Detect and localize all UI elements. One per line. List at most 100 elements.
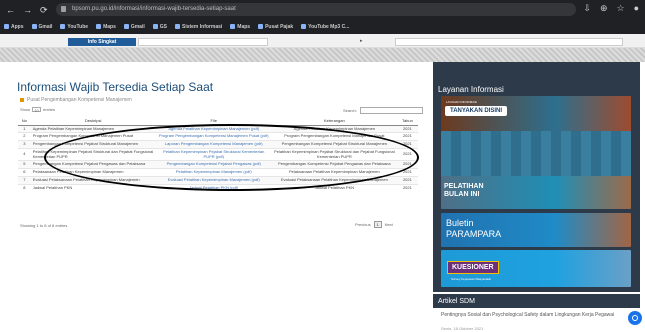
table-row: 1 Agenda Pelatihan Kepemimpinan Manajemen…	[18, 124, 418, 133]
entries-selector: Show 10 entries	[20, 107, 56, 113]
table-cell: 1	[18, 124, 31, 133]
bookmark[interactable]: Maps	[230, 24, 250, 30]
table-cell: Pengembangan Kompetensi Pejabat Struktur…	[30, 140, 156, 149]
banner-tanyakan[interactable]: LAYANAN INFORMASI TANYAKAN DISINI	[441, 96, 631, 132]
table-cell: 2021	[396, 147, 418, 161]
bookmark[interactable]: Gmail	[31, 24, 52, 30]
bookmark[interactable]: Maps	[96, 24, 116, 30]
article-section: Artikel SDM Pentingnya Sosial dan Psycho…	[433, 292, 640, 332]
table-row: 4 Pelatihan Kepemimpinan Pejabat Struktur…	[18, 147, 418, 161]
pagination: Previous 1 Next	[355, 221, 393, 228]
nav-buttons[interactable]: ← → ⟳	[6, 3, 48, 17]
page-button[interactable]: 1	[373, 221, 382, 228]
info-singkat-button[interactable]: Info Singkat	[68, 38, 136, 46]
banner-image[interactable]	[441, 131, 631, 177]
article-link[interactable]: Pentingnya Sosial dan Psychological Safe…	[441, 312, 621, 318]
table-cell: Jadwal Pelatihan PKN	[271, 183, 397, 192]
prev-button[interactable]: Previous	[355, 222, 371, 227]
table-cell: 7	[18, 176, 31, 185]
column-header[interactable]: No	[18, 117, 31, 126]
table-cell: 2021	[396, 168, 418, 177]
info-dropdown[interactable]	[138, 38, 268, 46]
bookmark[interactable]: YouTube	[60, 24, 88, 30]
data-table: No Deskripsi File Keterangan Tahun 1 Agen…	[18, 117, 418, 192]
column-header[interactable]: File	[155, 117, 272, 126]
table-cell: Pengembangan Kompetensi Pejabat Pengawas…	[271, 160, 397, 169]
banner-pelatihan[interactable]: PELATIHAN BULAN INI	[441, 176, 631, 209]
bookmark[interactable]: YouTube Mp3 C...	[301, 24, 349, 30]
file-link[interactable]: Program Pengembangan Kompetensi Manajeme…	[155, 132, 272, 141]
star-icon: ☆	[616, 3, 625, 13]
table-cell: 2021	[396, 132, 418, 141]
bookmark[interactable]: Sistem Informasi	[174, 24, 222, 30]
bookmark[interactable]: Apps	[4, 24, 24, 30]
header-pattern	[0, 48, 645, 62]
table-cell: Agenda Pelatihan Kepemimpinan Manajemen	[271, 124, 397, 133]
browser-chrome: ← → ⟳ bpsorn.pu.go.id/informasi/informasi-…	[0, 0, 645, 34]
back-icon[interactable]: ←	[6, 5, 15, 15]
table-row: 8 Jadwal Pelatihan PKN Jadwal Pelatihan PK…	[18, 183, 418, 192]
table-cell: Evaluasi Pelaksanaan Pelatihan Kepemimpi…	[30, 176, 156, 185]
file-link[interactable]: Jadwal Pelatihan PKN (pdf)	[155, 183, 272, 192]
file-link[interactable]: Pengembangan Kompetensi Pejabat Pengawas…	[155, 160, 272, 169]
entries-select[interactable]: 10	[32, 107, 42, 113]
banner-buletin[interactable]: Buletin PARAMPARA	[441, 213, 631, 247]
article-date: Senin, 18 Oktober 2021	[441, 326, 484, 331]
table-cell: Pelatihan Kepemimpinan Pejabat Struktura…	[30, 147, 156, 161]
address-bar[interactable]: bpsorn.pu.go.id/informasi/informasi-waji…	[56, 3, 576, 16]
column-header[interactable]: Deskripsi	[30, 117, 156, 126]
lock-icon	[61, 6, 66, 12]
reload-icon[interactable]: ⟳	[40, 5, 48, 16]
table-cell: 2021	[396, 176, 418, 185]
table-cell: 2021	[396, 124, 418, 133]
table-cell: 6	[18, 168, 31, 177]
bookmark[interactable]: Pusat Pajak	[258, 24, 293, 30]
bookmark[interactable]: Gmail	[123, 24, 145, 30]
bookmarks-bar: Apps Gmail YouTube Maps Gmail GS Sistem …	[4, 21, 641, 32]
table-cell: 4	[18, 147, 31, 161]
table-cell: Pelaksanaan Pelatihan Kepemimpinan Manaj…	[271, 168, 397, 177]
sidebar-title: Layanan Informasi	[438, 85, 504, 94]
column-header[interactable]: Tahun	[396, 117, 418, 126]
table-row: 7 Evaluasi Pelaksanaan Pelatihan Kepemimp…	[18, 176, 418, 185]
table-cell: Agenda Pelatihan Kepemimpinan Manajemen	[30, 124, 156, 133]
article-title: Artikel SDM	[433, 294, 640, 308]
table-cell: 8	[18, 183, 31, 192]
table-cell: 5	[18, 160, 31, 169]
download-icon: ⇩	[583, 3, 591, 13]
file-link[interactable]: Laporan Pengembangan Kompetensi Manajeme…	[155, 140, 272, 149]
browser-actions[interactable]: ⇩ ⊕ ☆ ●	[583, 3, 639, 14]
table-row: 6 Pelaksanaan Pelatihan Kepemimpinan Mana…	[18, 168, 418, 177]
banner-kuesioner[interactable]: KUESIONER Survey Kepuasan Masyarakat	[441, 250, 631, 287]
profile-icon: ●	[633, 3, 639, 13]
file-link[interactable]: Pelatihan Kepemimpinan Pejabat Struktura…	[155, 147, 272, 161]
info-dropdown-2[interactable]	[395, 38, 623, 46]
table-row: 3 Pengembangan Kompetensi Pejabat Struktu…	[18, 140, 418, 149]
table-cell: Pelaksanaan Pelatihan Kepemimpinan Manaj…	[30, 168, 156, 177]
file-link[interactable]: Agenda Pelatihan Kepemimpinan Manajemen …	[155, 124, 272, 133]
bookmark[interactable]: GS	[152, 24, 167, 30]
table-cell: 2	[18, 132, 31, 141]
table-cell: 2021	[396, 160, 418, 169]
table-cell: Program Pengembangan Kompetensi Manajeme…	[30, 132, 156, 141]
table-cell: Jadwal Pelatihan PKN	[30, 183, 156, 192]
next-button[interactable]: Next	[385, 222, 393, 227]
table-info: Showing 1 to 8 of 8 entries	[20, 223, 68, 228]
file-link[interactable]: Pelatihan Kepemimpinan Manajemen (pdf)	[155, 168, 272, 177]
file-link[interactable]: Evaluasi Pelatihan Kepemimpinan Manajeme…	[155, 176, 272, 185]
table-row: 2 Program Pengembangan Kompetensi Manajem…	[18, 132, 418, 141]
forward-icon[interactable]: →	[23, 5, 32, 15]
column-header[interactable]: Keterangan	[271, 117, 397, 126]
table-cell: 2021	[396, 140, 418, 149]
table-cell: Evaluasi Pelaksanaan Pelatihan Kepemimpi…	[271, 176, 397, 185]
table-cell: Program Pengembangan Kompetensi Manajeme…	[271, 132, 397, 141]
bullet-icon	[20, 98, 24, 102]
table-row: 5 Pengembangan Kompetensi Pejabat Pengawa…	[18, 160, 418, 169]
table-cell: Pelatihan Kepemimpinan Pejabat Struktura…	[271, 147, 397, 161]
chat-button[interactable]	[628, 311, 642, 325]
search: Search:	[343, 107, 423, 114]
breadcrumb: Pusat Pengembangan Kompetensi Manajemen	[20, 97, 132, 103]
extension-icon: ⊕	[599, 3, 608, 13]
table-cell: Pengembangan Kompetensi Pejabat Struktur…	[271, 140, 397, 149]
search-input[interactable]	[359, 107, 423, 114]
